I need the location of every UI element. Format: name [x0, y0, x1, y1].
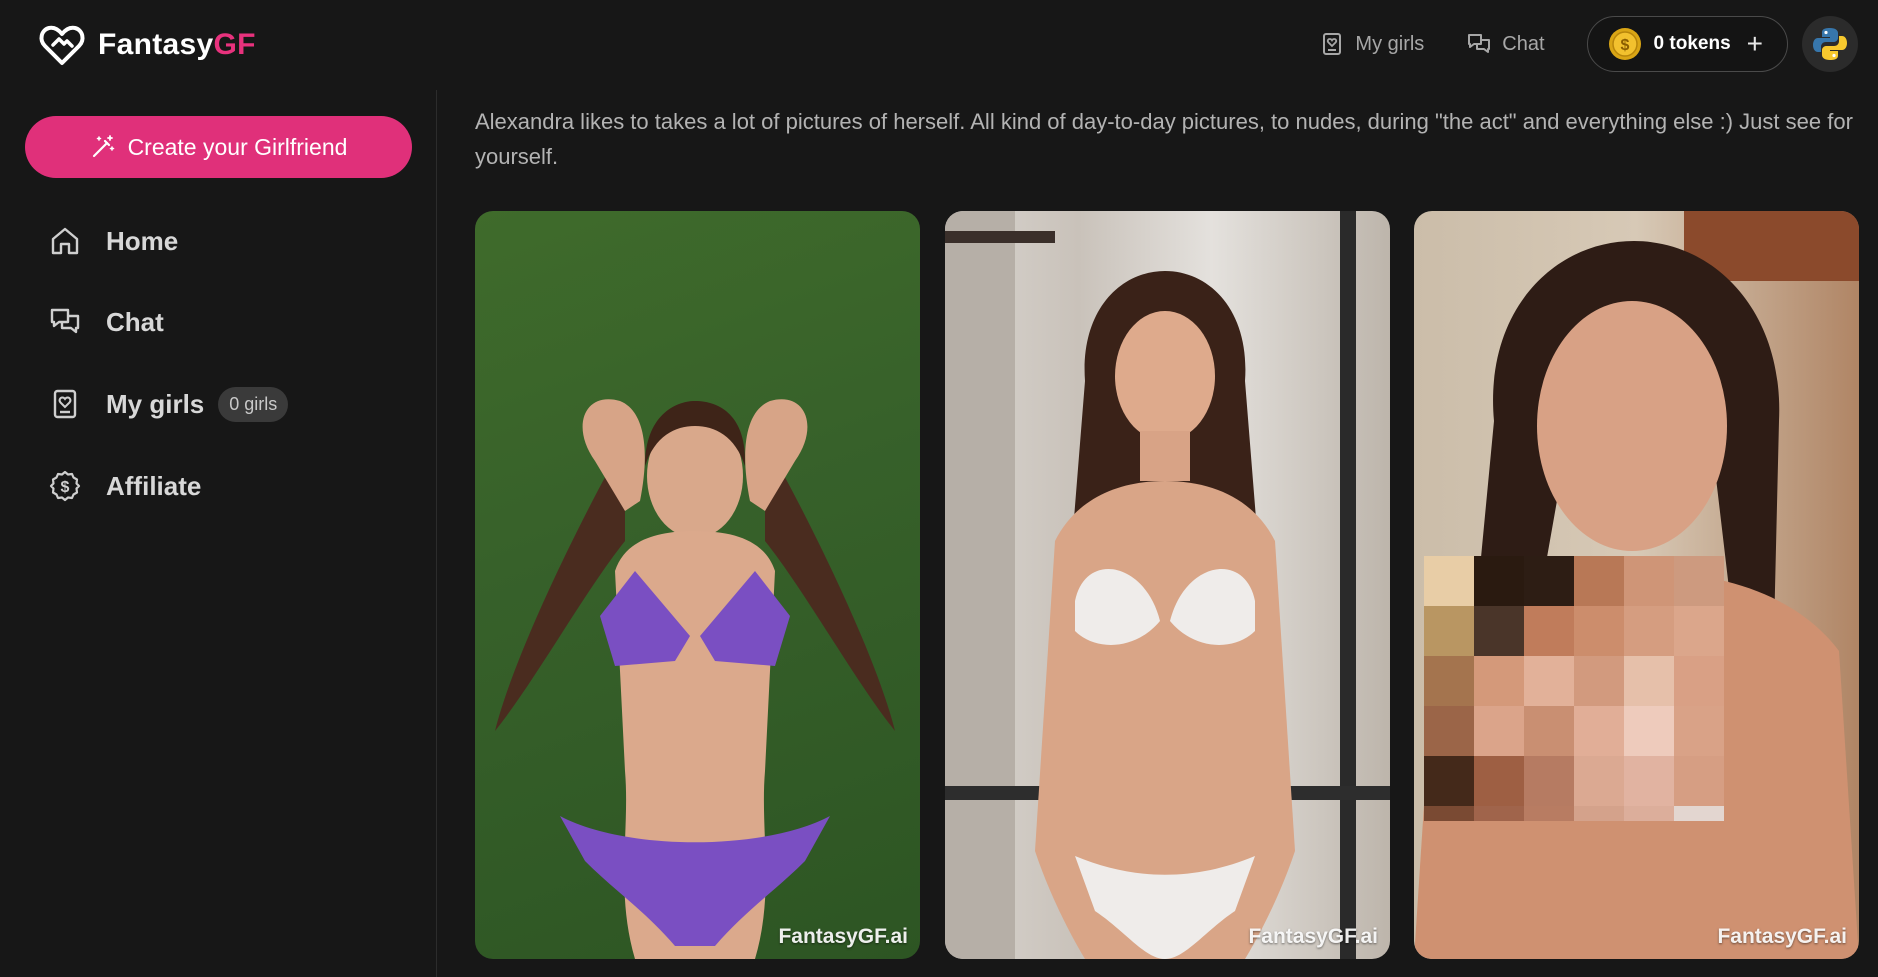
sidebar: Create your Girlfriend Home Chat My girl…	[0, 90, 437, 977]
chat-icon	[50, 308, 80, 334]
pixelated-area	[1424, 556, 1724, 821]
tokens-count: 0 tokens	[1653, 33, 1731, 54]
create-girlfriend-label: Create your Girlfriend	[127, 133, 348, 160]
sidebar-item-label: My girls	[106, 388, 205, 419]
topnav-chat[interactable]: Chat	[1466, 31, 1545, 57]
heart-logo-icon	[39, 25, 85, 65]
gallery-photo[interactable]: FantasyGF.ai	[1414, 211, 1859, 959]
svg-text:$: $	[1620, 37, 1629, 54]
photo-image	[495, 399, 895, 959]
top-bar: FantasyGF My girls Chat $ 0 tokens +	[0, 0, 1878, 90]
create-girlfriend-button[interactable]: Create your Girlfriend	[25, 116, 412, 178]
photo-watermark: FantasyGF.ai	[778, 925, 908, 948]
photo-watermark: FantasyGF.ai	[1248, 925, 1378, 948]
brand-name-part2: GF	[213, 28, 256, 61]
user-avatar[interactable]	[1802, 16, 1858, 72]
sidebar-item-affiliate[interactable]: $ Affiliate	[48, 466, 201, 506]
topnav-chat-label: Chat	[1502, 32, 1545, 55]
photo-image	[1414, 211, 1859, 959]
photo-image	[945, 211, 1390, 959]
magic-wand-icon	[92, 135, 114, 158]
dollar-icon: $	[49, 470, 81, 502]
brand-name: FantasyGF	[98, 28, 256, 62]
girls-count-badge: 0 girls	[218, 386, 289, 422]
sidebar-item-label: Chat	[106, 306, 164, 337]
main-content: Alexandra likes to takes a lot of pictur…	[438, 90, 1878, 977]
app-root: FantasyGF My girls Chat $ 0 tokens + Cre…	[0, 0, 1878, 977]
add-tokens-icon: +	[1746, 28, 1763, 59]
svg-text:$: $	[61, 479, 70, 496]
sidebar-item-label: Home	[106, 225, 179, 256]
character-description: Alexandra likes to takes a lot of pictur…	[475, 109, 1853, 169]
portrait-icon	[1323, 33, 1342, 55]
photo-watermark: FantasyGF.ai	[1717, 925, 1847, 948]
topnav-my-girls-label: My girls	[1355, 32, 1425, 55]
tokens-button[interactable]: $ 0 tokens +	[1586, 16, 1788, 72]
home-icon	[51, 227, 79, 255]
sidebar-item-label: Affiliate	[106, 470, 202, 501]
coin-icon: $	[1608, 28, 1641, 60]
chat-icon	[1468, 34, 1491, 53]
gallery-photo[interactable]: FantasyGF.ai	[475, 211, 920, 959]
gallery-photo[interactable]: FantasyGF.ai	[945, 211, 1390, 959]
sidebar-item-home[interactable]: Home	[48, 221, 178, 261]
top-nav: My girls Chat $ 0 tokens +	[1319, 16, 1878, 72]
sidebar-item-my-girls[interactable]: My girls 0 girls	[48, 384, 289, 424]
topnav-my-girls[interactable]: My girls	[1319, 31, 1424, 57]
brand-name-part1: Fantasy	[98, 28, 214, 61]
python-logo-icon	[1813, 28, 1847, 60]
portrait-icon	[53, 389, 77, 419]
sidebar-item-chat[interactable]: Chat	[48, 302, 164, 342]
brand-logo[interactable]: FantasyGF	[38, 20, 256, 70]
